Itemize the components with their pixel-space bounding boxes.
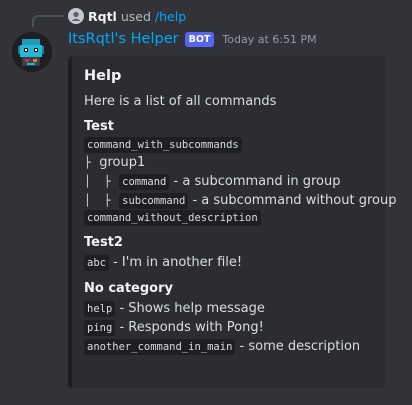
command-description: - some description [239, 339, 361, 354]
command-code: another_command_in_main [84, 338, 236, 355]
command-description: - I'm in another file! [113, 255, 243, 270]
reply-username[interactable]: Rqtl [88, 9, 117, 24]
embed-fields: Test command_with_subcommands ├ group1 │ ├ … [84, 118, 396, 356]
command-code: command [119, 173, 170, 190]
command-description: group1 [99, 155, 146, 170]
command-line: │ ├ subcommand - a subcommand without gr… [84, 191, 396, 210]
command-code: ping [84, 319, 116, 336]
message-timestamp[interactable]: Today at 6:51 PM [222, 33, 316, 46]
embed-field-name: No category [84, 281, 173, 296]
command-line: command_with_subcommands [84, 137, 372, 153]
reply-command-link[interactable]: /help [155, 9, 186, 24]
command-description: - Responds with Pong! [119, 320, 264, 335]
command-line: ping - Responds with Pong! [84, 318, 372, 337]
command-description: - a subcommand in group [173, 174, 341, 189]
reply-connector [32, 15, 64, 27]
help-embed: Help Here is a list of all commands Test… [68, 56, 396, 388]
embed-field-value: command_with_subcommands ├ group1 │ ├ comm… [84, 137, 396, 226]
reply-context[interactable]: Rqtl used /help [68, 8, 186, 24]
command-code: abc [84, 254, 109, 271]
tree-branch: │ ├ [84, 175, 118, 188]
command-line: help - Shows help message [84, 299, 372, 318]
command-line: abc - I'm in another file! [84, 253, 372, 272]
command-line: another_command_in_main - some descripti… [84, 337, 372, 356]
embed-field-name: Test2 [84, 235, 123, 250]
tree-branch: │ ├ [84, 194, 118, 207]
command-code: help [84, 300, 116, 317]
command-code: command_without_description [84, 210, 261, 226]
bot-avatar-icon[interactable] [12, 32, 52, 72]
bot-username[interactable]: ItsRqtl's Helper [68, 31, 179, 47]
command-code: subcommand [119, 192, 189, 209]
command-description: - a subcommand without group [192, 193, 397, 208]
embed-field-value: abc - I'm in another file! [84, 253, 372, 272]
bot-tag-badge: BOT [184, 31, 215, 47]
command-description: - Shows help message [119, 301, 265, 316]
command-line: │ ├ command - a subcommand in group [84, 172, 372, 191]
embed-title: Help [84, 68, 122, 84]
command-code: command_with_subcommands [84, 137, 242, 153]
tree-branch: ├ [84, 156, 98, 169]
embed-description: Here is a list of all commands [84, 94, 277, 109]
message-header: ItsRqtl's Helper BOT Today at 6:51 PM [68, 31, 317, 47]
reply-verb: used [120, 8, 151, 24]
embed-field-value: help - Shows help message ping - Responds… [84, 299, 372, 356]
reply-avatar-icon[interactable] [68, 8, 84, 24]
embed-field-name: Test [84, 119, 114, 134]
command-line: ├ group1 [84, 153, 372, 172]
command-line: command_without_description [84, 210, 372, 226]
